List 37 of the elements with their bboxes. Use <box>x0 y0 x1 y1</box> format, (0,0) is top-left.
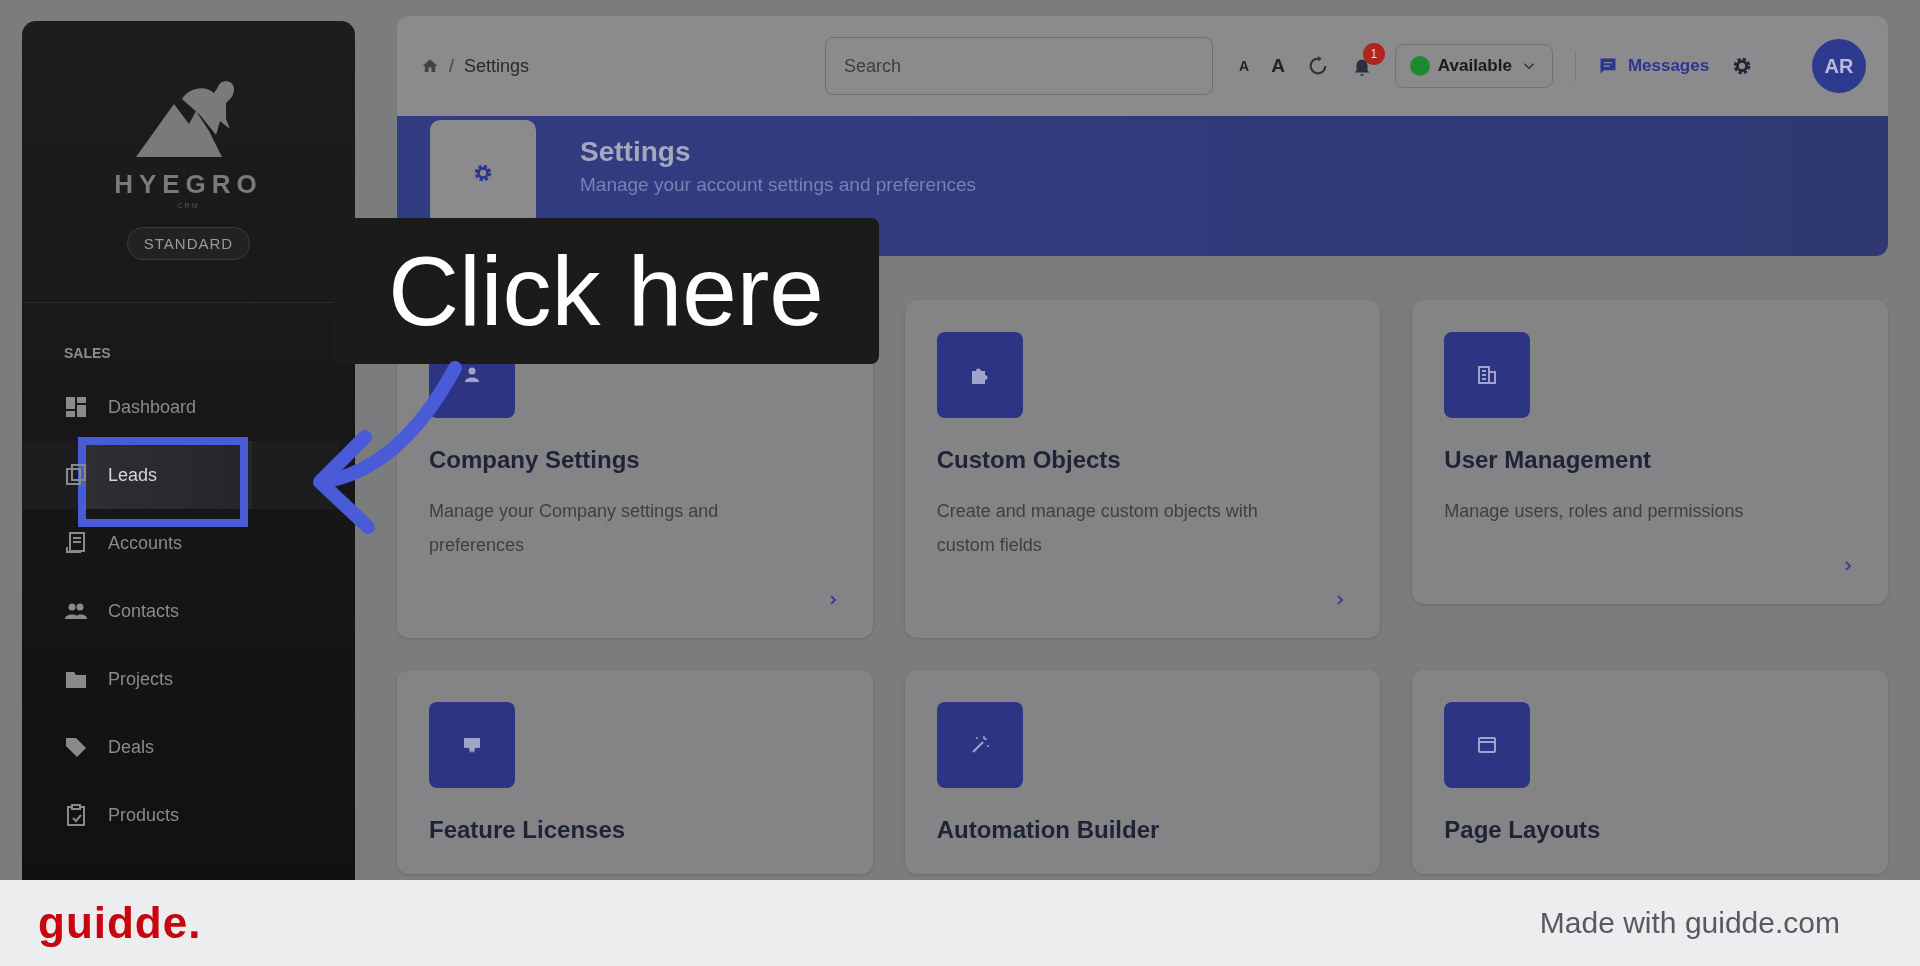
card-title: Feature Licenses <box>429 816 626 844</box>
sidebar-item[interactable]: Deals <box>22 713 339 781</box>
guidde-logo: guidde. <box>38 898 202 948</box>
card-description: Create and manage custom objects with custom fields <box>936 500 1259 557</box>
decrease-font-button[interactable]: A <box>1239 58 1250 74</box>
card-title: User Management <box>1444 446 1652 474</box>
page-title: Settings <box>580 136 692 168</box>
plan-badge: STANDARD <box>126 227 251 260</box>
brand-name: HYEGRO <box>114 169 263 200</box>
sidebar-item[interactable]: Accounts <box>22 509 339 577</box>
card-title: Company Settings <box>429 446 640 474</box>
increase-font-button[interactable]: A <box>1271 55 1285 77</box>
card-title: Automation Builder <box>936 816 1160 844</box>
status-dropdown[interactable]: Available <box>1394 44 1553 88</box>
settings-card[interactable]: Page Layouts <box>1412 670 1888 874</box>
breadcrumb-current: Settings <box>464 55 530 77</box>
credit-text: Made with guidde.com <box>1539 906 1840 940</box>
sidebar-item[interactable]: Products <box>22 781 339 849</box>
section-heading: SALES <box>64 345 112 361</box>
click-here-tooltip: Click here <box>333 218 879 364</box>
search-field[interactable]: Search <box>825 37 1213 95</box>
settings-card[interactable]: User Management Manage users, roles and permissions <box>1412 300 1888 604</box>
page-subtitle: Manage your account settings and preferences <box>580 174 977 196</box>
breadcrumb-separator: / <box>449 55 454 77</box>
messages-button[interactable]: Messages <box>1597 56 1710 76</box>
card-description: Manage users, roles and permissions <box>1444 500 1744 523</box>
sidebar-item[interactable]: Contacts <box>22 577 339 645</box>
card-title: Page Layouts <box>1444 816 1601 844</box>
card-description: Manage your Company settings and preferences <box>429 500 720 557</box>
sidebar-item[interactable]: Dashboard <box>22 373 339 441</box>
sidebar-item[interactable]: Projects <box>22 645 339 713</box>
settings-card[interactable]: Feature Licenses <box>397 670 873 874</box>
settings-card[interactable]: Custom Objects Create and manage custom objects with custom fields <box>904 300 1381 638</box>
card-title: Custom Objects <box>936 446 1121 474</box>
settings-card[interactable]: Automation Builder <box>904 670 1381 874</box>
notification-count: 1 <box>1362 43 1385 65</box>
user-avatar[interactable]: AR <box>1812 39 1866 93</box>
